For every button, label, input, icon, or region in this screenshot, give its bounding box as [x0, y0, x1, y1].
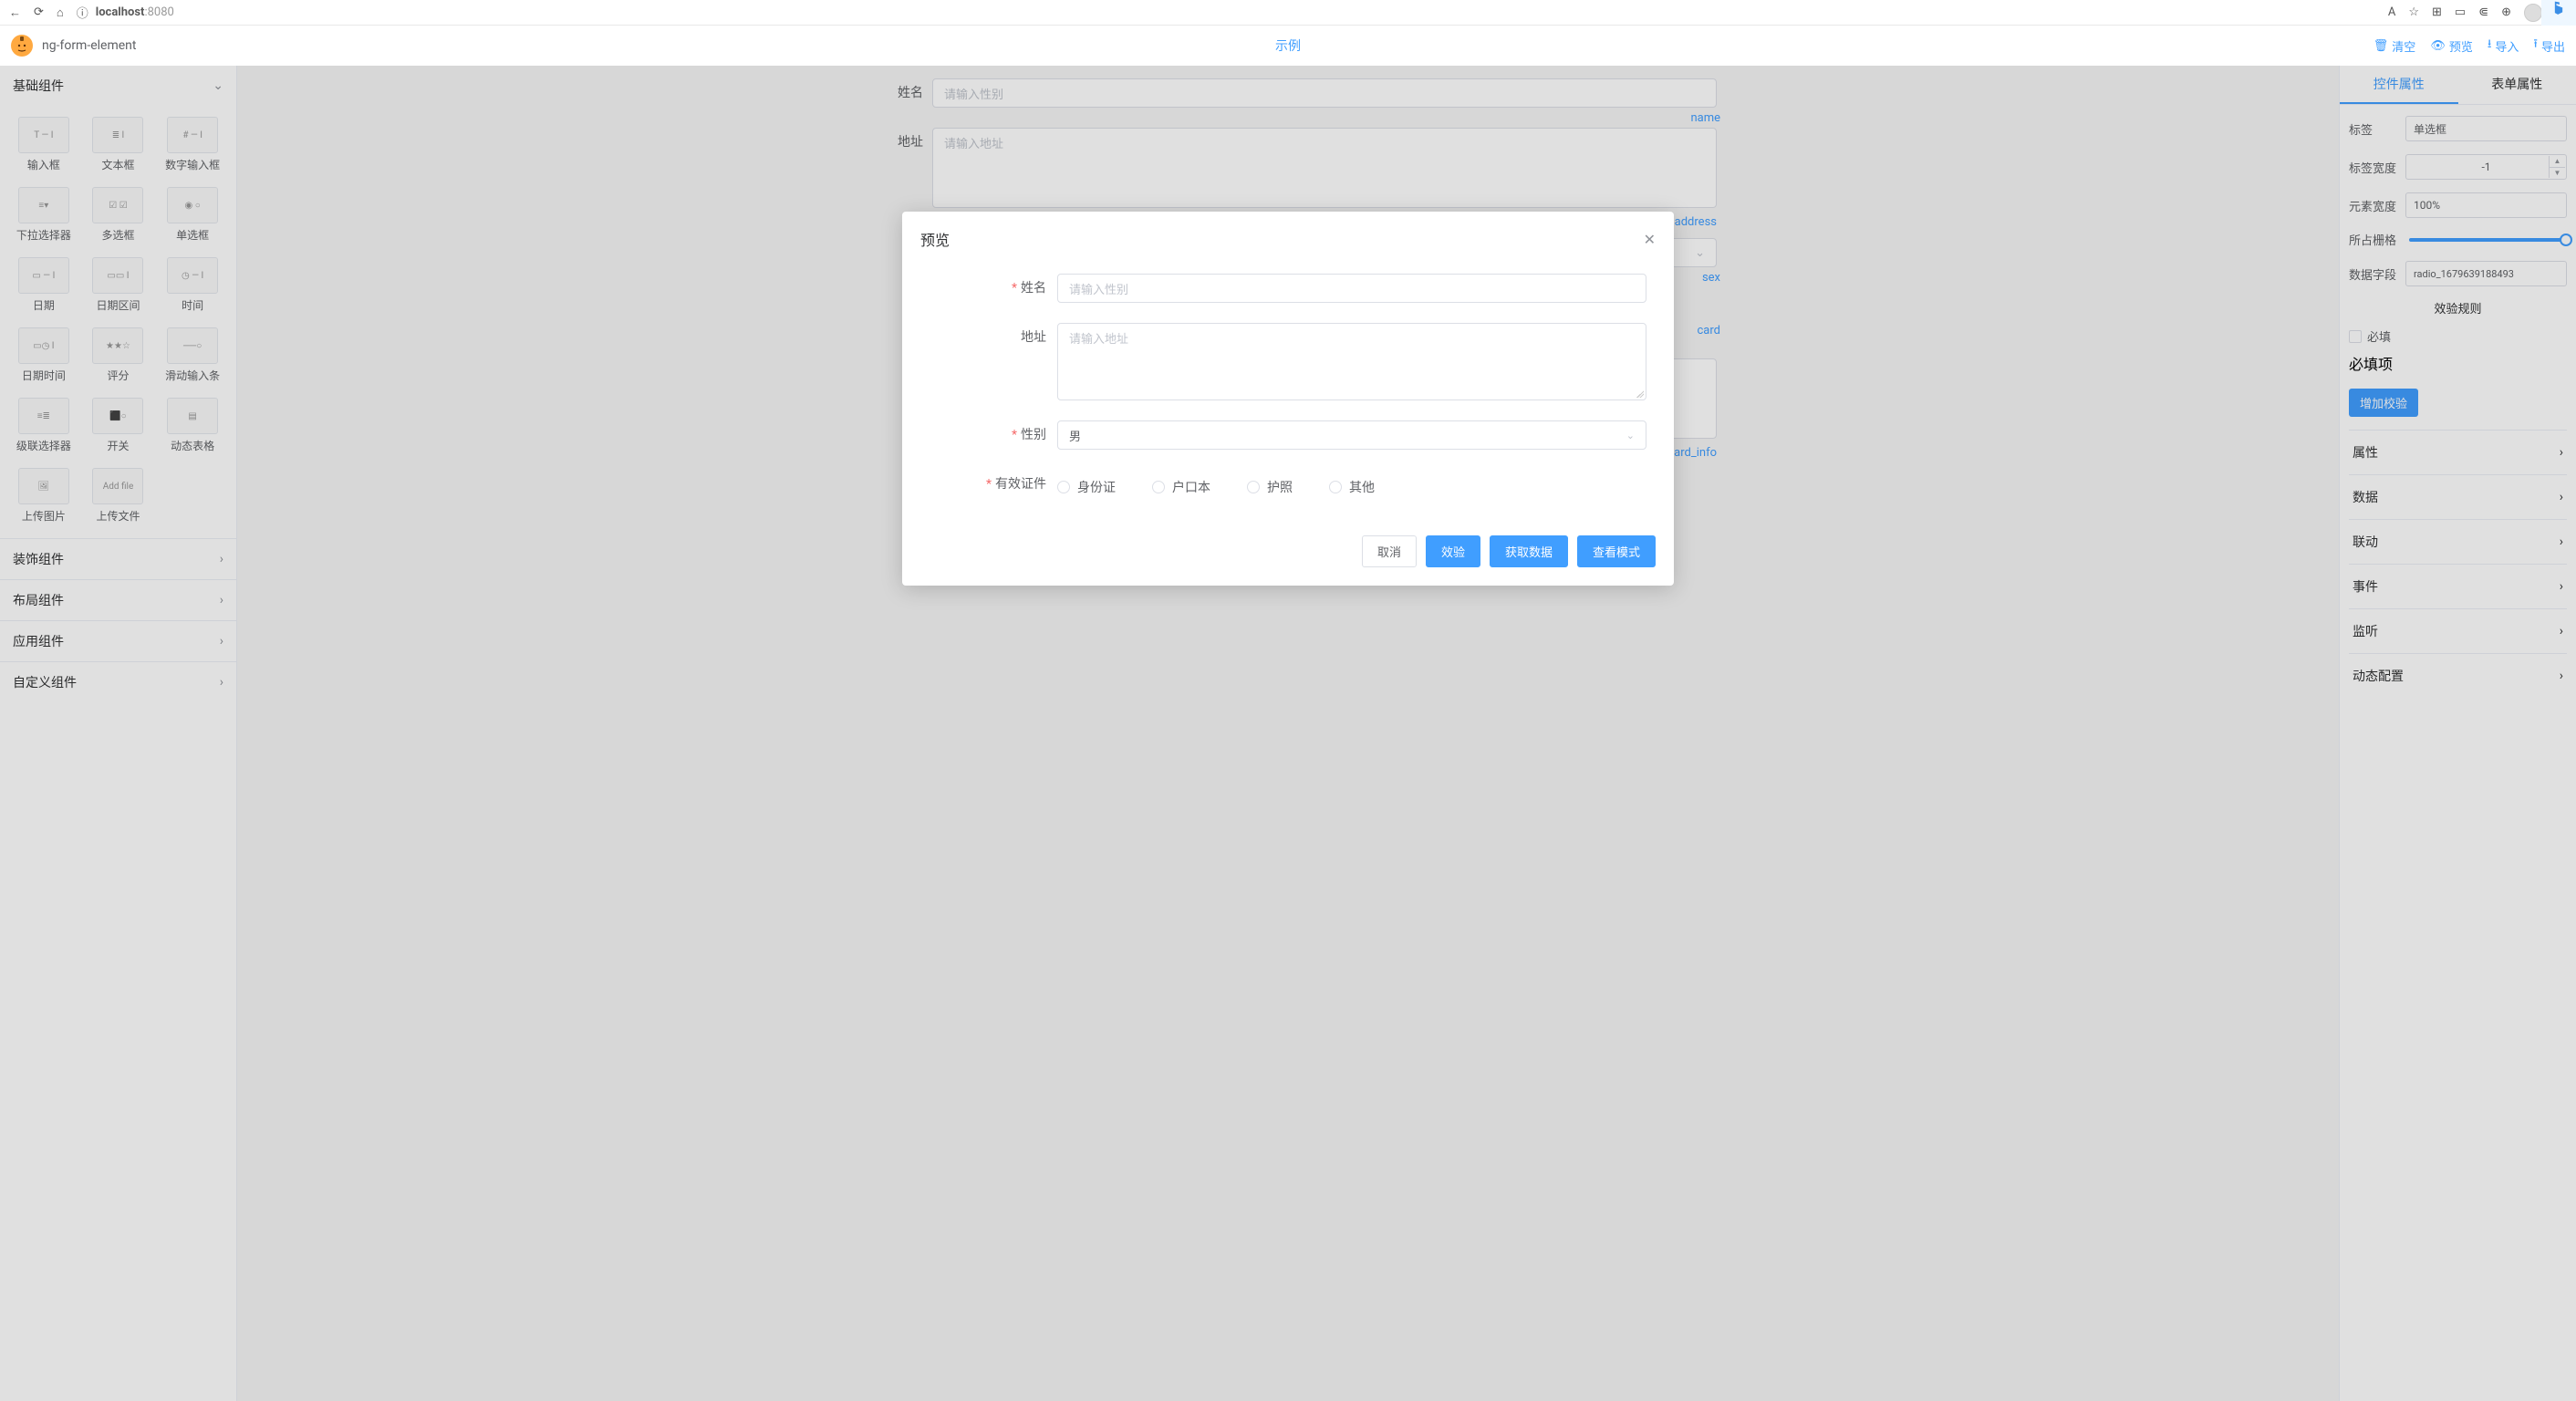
radio-label: 其他: [1349, 478, 1375, 496]
modal-title: 预览: [920, 228, 950, 250]
add-page-icon[interactable]: ⊕: [2501, 5, 2511, 19]
radio-label: 护照: [1267, 478, 1293, 496]
radio-dot-icon: [1247, 481, 1260, 493]
modal-overlay: 预览 ✕ *姓名 请输入性别 地址 请输入地址 *性别 男: [0, 66, 2576, 1401]
radio-option[interactable]: 护照: [1247, 478, 1293, 496]
browser-toolbar: ← ⟳ ⌂ ⓘ localhost:8080 A ☆ ⊞ ▭ ⋐ ⊕ ⋯: [0, 0, 2576, 26]
radio-option[interactable]: 户口本: [1152, 478, 1210, 496]
radio-label: 身份证: [1077, 478, 1116, 496]
eye-icon: 👁: [2430, 39, 2446, 53]
url-port: :8080: [144, 5, 173, 19]
modal-cert-radios: 身份证 户口本 护照 其他: [1057, 470, 1646, 499]
address-bar[interactable]: ⓘ localhost:8080: [77, 4, 2375, 21]
modal-address-textarea[interactable]: 请输入地址: [1057, 323, 1646, 400]
clear-button[interactable]: 🗑清空: [2373, 36, 2416, 56]
modal-sex-select[interactable]: 男 ⌄: [1057, 420, 1646, 450]
getdata-button[interactable]: 获取数据: [1490, 535, 1568, 567]
radio-dot-icon: [1329, 481, 1342, 493]
chevron-down-icon: ⌄: [1626, 430, 1635, 441]
modal-label-sex: 性别: [1021, 428, 1046, 442]
logo-icon: [11, 35, 33, 57]
preview-modal: 预览 ✕ *姓名 请输入性别 地址 请输入地址 *性别 男: [902, 212, 1674, 586]
modal-label-cert: 有效证件: [995, 477, 1046, 492]
modal-name-input[interactable]: 请输入性别: [1057, 274, 1646, 303]
avatar[interactable]: [2524, 4, 2542, 22]
url-host: localhost: [96, 5, 145, 19]
export-button[interactable]: ⭱导出: [2533, 36, 2565, 56]
radio-label: 户口本: [1172, 478, 1210, 496]
home-icon[interactable]: ⌂: [57, 5, 64, 20]
refresh-icon[interactable]: ⟳: [34, 5, 44, 19]
radio-option[interactable]: 身份证: [1057, 478, 1116, 496]
header-example-link[interactable]: 示例: [1275, 36, 1301, 55]
viewmode-button[interactable]: 查看模式: [1577, 535, 1656, 567]
close-icon[interactable]: ✕: [1644, 231, 1656, 248]
text-size-icon[interactable]: A: [2388, 5, 2395, 19]
modal-label-address: 地址: [1021, 330, 1046, 345]
back-icon[interactable]: ←: [9, 5, 21, 20]
upload-icon: ⭱: [2533, 36, 2538, 56]
app-title: ng-form-element: [42, 38, 136, 53]
preview-button[interactable]: 👁预览: [2430, 36, 2473, 56]
info-icon: ⓘ: [77, 4, 88, 21]
cancel-button[interactable]: 取消: [1362, 535, 1417, 567]
import-button[interactable]: ⭳导入: [2488, 36, 2519, 56]
comment-icon[interactable]: ⋐: [2478, 5, 2488, 19]
modal-label-name: 姓名: [1021, 281, 1046, 296]
collections-icon[interactable]: ▭: [2455, 5, 2466, 19]
radio-dot-icon: [1057, 481, 1070, 493]
favorites-icon[interactable]: ☆: [2408, 5, 2419, 19]
extensions-icon[interactable]: ⊞: [2432, 5, 2442, 19]
modal-sex-value: 男: [1069, 427, 1081, 444]
app-header: ng-form-element 示例 🗑清空 👁预览 ⭳导入 ⭱导出: [0, 26, 2576, 66]
radio-dot-icon: [1152, 481, 1165, 493]
radio-option[interactable]: 其他: [1329, 478, 1375, 496]
download-icon: ⭳: [2488, 36, 2492, 56]
validate-button[interactable]: 效验: [1426, 535, 1480, 567]
trash-icon: 🗑: [2373, 39, 2389, 53]
